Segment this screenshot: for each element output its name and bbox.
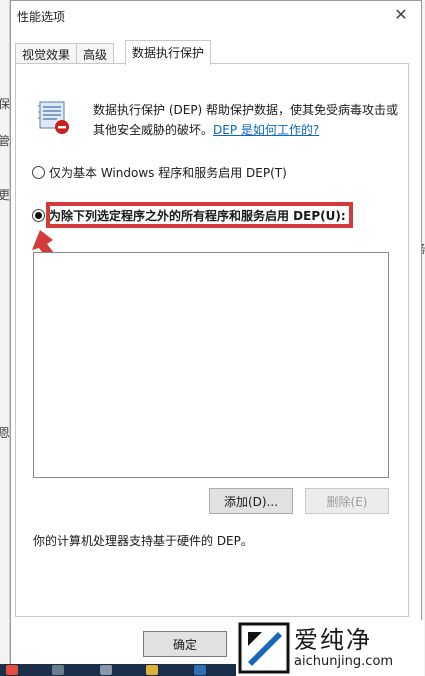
watermark: 爱纯净 aichunjing.com bbox=[236, 620, 424, 676]
watermark-url: aichunjing.com bbox=[294, 654, 394, 669]
background-window-left: 保 管 更 恩 bbox=[0, 0, 10, 676]
taskbar-app-icon[interactable] bbox=[194, 665, 206, 675]
highlight-annotation-box bbox=[46, 202, 353, 228]
delete-button[interactable]: 删除(E) bbox=[305, 488, 389, 514]
radio-label: 仅为基本 Windows 程序和服务启用 DEP(T) bbox=[49, 166, 287, 180]
background-glyph: 保 bbox=[0, 97, 11, 111]
background-glyph: 更 bbox=[0, 188, 11, 202]
tab-strip: 视觉效果 高级 数据执行保护 bbox=[15, 40, 212, 65]
dep-shield-icon bbox=[38, 101, 69, 134]
background-glyph: 管 bbox=[0, 134, 11, 148]
taskbar-app-icon[interactable] bbox=[6, 665, 18, 675]
dep-help-link[interactable]: DEP 是如何工作的? bbox=[213, 123, 319, 137]
radio-button-selected[interactable] bbox=[32, 209, 45, 222]
close-icon[interactable]: ✕ bbox=[391, 5, 411, 25]
ok-button[interactable]: 确定 bbox=[143, 631, 227, 657]
dep-exception-list[interactable] bbox=[33, 252, 389, 478]
add-button[interactable]: 添加(D)... bbox=[209, 488, 293, 514]
dep-panel: 数据执行保护 (DEP) 帮助保护数据，使其免受病毒攻击或其他安全威胁的破坏。D… bbox=[15, 63, 409, 617]
taskbar-app-icon[interactable] bbox=[52, 665, 64, 675]
tab-dep[interactable]: 数据执行保护 bbox=[125, 40, 212, 65]
hardware-dep-support-text: 你的计算机处理器支持基于硬件的 DEP。 bbox=[33, 534, 253, 548]
radio-basic-dep[interactable]: 仅为基本 Windows 程序和服务启用 DEP(T) bbox=[32, 164, 287, 181]
radio-button[interactable] bbox=[32, 166, 45, 179]
dep-description: 数据执行保护 (DEP) 帮助保护数据，使其免受病毒攻击或其他安全威胁的破坏。D… bbox=[93, 100, 401, 140]
tab-advanced[interactable]: 高级 bbox=[76, 43, 115, 65]
performance-options-dialog: 性能选项 ✕ 视觉效果 高级 数据执行保护 数据执行保护 (DEP) 帮助保护数… bbox=[10, 0, 422, 676]
taskbar-app-icon[interactable] bbox=[100, 665, 112, 675]
title-bar[interactable]: 性能选项 bbox=[11, 1, 421, 31]
tab-visual-effects[interactable]: 视觉效果 bbox=[15, 43, 78, 65]
watermark-brand: 爱纯净 bbox=[294, 626, 372, 654]
taskbar-folder-icon[interactable] bbox=[146, 665, 158, 675]
taskbar bbox=[0, 664, 236, 676]
watermark-logo-icon bbox=[238, 622, 290, 674]
background-glyph: 恩 bbox=[0, 426, 11, 440]
window-title: 性能选项 bbox=[17, 9, 66, 24]
